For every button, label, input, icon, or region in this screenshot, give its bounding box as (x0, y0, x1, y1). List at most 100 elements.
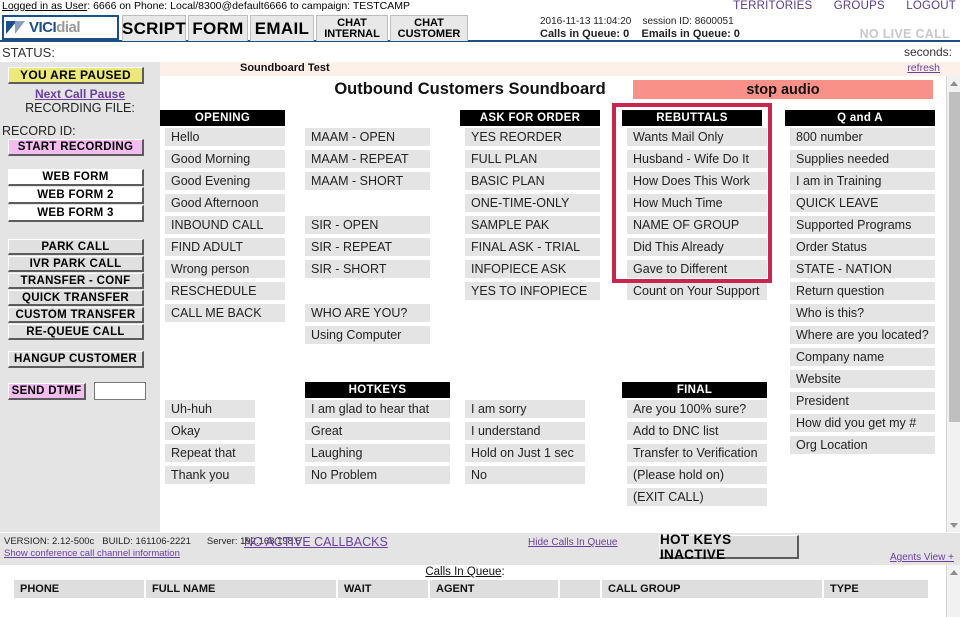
territories-link[interactable]: TERRITORIES (733, 0, 812, 12)
tab-email[interactable]: EMAIL (250, 15, 314, 41)
scroll-down-icon[interactable] (947, 518, 960, 532)
soundboard-button[interactable]: Did This Already (627, 238, 767, 256)
soundboard-button[interactable]: FINAL ASK - TRIAL (465, 238, 600, 256)
soundboard-button[interactable]: MAAM - OPEN (305, 128, 430, 146)
re-queue-call-button[interactable]: RE-QUEUE CALL (8, 324, 144, 340)
soundboard-button[interactable]: SIR - REPEAT (305, 238, 430, 256)
soundboard-button[interactable]: RESCHEDULE (165, 282, 285, 300)
soundboard-button[interactable]: Thank you (165, 466, 255, 484)
soundboard-button[interactable]: How Much Time (627, 194, 767, 212)
soundboard-button[interactable]: SAMPLE PAK (465, 216, 600, 234)
soundboard-button[interactable]: Add to DNC list (627, 422, 767, 440)
ciq-scroll-up-icon[interactable] (947, 565, 960, 579)
web-form-3-button[interactable]: WEB FORM 3 (8, 205, 144, 222)
park-call-button[interactable]: PARK CALL (8, 239, 144, 255)
soundboard-button[interactable]: Gave to Different (627, 260, 767, 278)
scroll-up-icon[interactable] (947, 76, 960, 90)
soundboard-button[interactable]: FULL PLAN (465, 150, 600, 168)
soundboard-button[interactable]: No (465, 466, 585, 484)
soundboard-button[interactable]: CALL ME BACK (165, 304, 285, 322)
web-form-2-button[interactable]: WEB FORM 2 (8, 187, 144, 204)
soundboard-button[interactable]: QUICK LEAVE (790, 194, 935, 212)
soundboard-scrollbar[interactable] (946, 76, 960, 532)
soundboard-button[interactable]: Return question (790, 282, 935, 300)
soundboard-button[interactable]: Count on Your Support (627, 282, 767, 300)
stop-audio-button[interactable]: stop audio (633, 80, 933, 99)
soundboard-button[interactable]: President (790, 392, 935, 410)
soundboard-button[interactable]: Who is this? (790, 304, 935, 322)
soundboard-button[interactable]: YES TO INFOPIECE (465, 282, 600, 300)
tab-chat-internal[interactable]: CHAT INTERNAL (316, 15, 388, 41)
soundboard-button[interactable]: WHO ARE YOU? (305, 304, 430, 322)
soundboard-button[interactable]: INFOPIECE ASK (465, 260, 600, 278)
soundboard-button[interactable]: Good Evening (165, 172, 285, 190)
soundboard-button[interactable]: Hello (165, 128, 285, 146)
soundboard-button[interactable]: Supported Programs (790, 216, 935, 234)
soundboard-button[interactable]: SIR - SHORT (305, 260, 430, 278)
hangup-customer-button[interactable]: HANGUP CUSTOMER (8, 351, 144, 368)
logout-link[interactable]: LOGOUT (906, 0, 956, 12)
soundboard-button[interactable]: Repeat that (165, 444, 255, 462)
next-call-pause-link[interactable]: Next Call Pause (0, 87, 160, 101)
soundboard-button[interactable]: Org Location (790, 436, 935, 454)
transfer-conf-button[interactable]: TRANSFER - CONF (8, 273, 144, 289)
web-form-button[interactable]: WEB FORM (8, 169, 144, 186)
soundboard-button[interactable]: INBOUND CALL (165, 216, 285, 234)
soundboard-button[interactable]: Wants Mail Only (627, 128, 767, 146)
soundboard-button[interactable]: Company name (790, 348, 935, 366)
send-dtmf-button[interactable]: SEND DTMF (8, 383, 86, 400)
soundboard-button[interactable]: FIND ADULT (165, 238, 285, 256)
soundboard-button[interactable]: How did you get my # (790, 414, 935, 432)
soundboard-button[interactable]: No Problem (305, 466, 450, 484)
tab-chat-customer[interactable]: CHAT CUSTOMER (390, 15, 468, 41)
soundboard-button[interactable]: Using Computer (305, 326, 430, 344)
calls-in-queue-scrollbar[interactable] (946, 565, 960, 617)
soundboard-button[interactable]: MAAM - SHORT (305, 172, 430, 190)
soundboard-button[interactable]: NAME OF GROUP (627, 216, 767, 234)
soundboard-button[interactable]: Good Morning (165, 150, 285, 168)
scrollbar-thumb[interactable] (949, 92, 960, 422)
soundboard-button[interactable]: I am sorry (465, 400, 585, 418)
soundboard-button[interactable]: Wrong person (165, 260, 285, 278)
quick-transfer-button[interactable]: QUICK TRANSFER (8, 290, 144, 306)
soundboard-button[interactable]: I am glad to hear that (305, 400, 450, 418)
no-active-callbacks-link[interactable]: NO ACTIVE CALLBACKS (244, 535, 388, 549)
groups-link[interactable]: GROUPS (834, 0, 885, 12)
start-recording-button[interactable]: START RECORDING (8, 139, 144, 156)
soundboard-button[interactable]: (Please hold on) (627, 466, 767, 484)
soundboard-button[interactable]: Website (790, 370, 935, 388)
dtmf-input[interactable] (94, 382, 146, 400)
soundboard-button[interactable]: Husband - Wife Do It (627, 150, 767, 168)
soundboard-button[interactable]: I am in Training (790, 172, 935, 190)
refresh-link[interactable]: refresh (907, 62, 940, 74)
tab-form[interactable]: FORM (188, 15, 248, 41)
agents-view-link[interactable]: Agents View + (890, 552, 954, 563)
soundboard-button[interactable]: Hold on Just 1 sec (465, 444, 585, 462)
soundboard-button[interactable]: Where are you located? (790, 326, 935, 344)
soundboard-button[interactable]: ONE-TIME-ONLY (465, 194, 600, 212)
hot-keys-inactive-button[interactable]: HOT KEYS INACTIVE (659, 532, 799, 562)
soundboard-button[interactable]: YES REORDER (465, 128, 600, 146)
soundboard-button[interactable]: MAAM - REPEAT (305, 150, 430, 168)
soundboard-button[interactable]: Great (305, 422, 450, 440)
soundboard-button[interactable]: Uh-huh (165, 400, 255, 418)
soundboard-button[interactable]: Laughing (305, 444, 450, 462)
soundboard-button[interactable]: Are you 100% sure? (627, 400, 767, 418)
soundboard-button[interactable]: 800 number (790, 128, 935, 146)
soundboard-button[interactable]: SIR - OPEN (305, 216, 430, 234)
tab-script[interactable]: SCRIPT (122, 15, 186, 41)
soundboard-button[interactable]: BASIC PLAN (465, 172, 600, 190)
hide-calls-in-queue-link[interactable]: Hide Calls In Queue (528, 537, 618, 548)
show-conference-info-link[interactable]: Show conference call channel information (4, 548, 180, 559)
soundboard-button[interactable]: (EXIT CALL) (627, 488, 767, 506)
soundboard-button[interactable]: How Does This Work (627, 172, 767, 190)
custom-transfer-button[interactable]: CUSTOM TRANSFER (8, 307, 144, 323)
soundboard-button[interactable]: STATE - NATION (790, 260, 935, 278)
soundboard-button[interactable]: Okay (165, 422, 255, 440)
soundboard-button[interactable]: Supplies needed (790, 150, 935, 168)
soundboard-button[interactable]: Good Afternoon (165, 194, 285, 212)
soundboard-button[interactable]: I understand (465, 422, 585, 440)
soundboard-button[interactable]: Order Status (790, 238, 935, 256)
ivr-park-call-button[interactable]: IVR PARK CALL (8, 256, 144, 272)
soundboard-button[interactable]: Transfer to Verification (627, 444, 767, 462)
